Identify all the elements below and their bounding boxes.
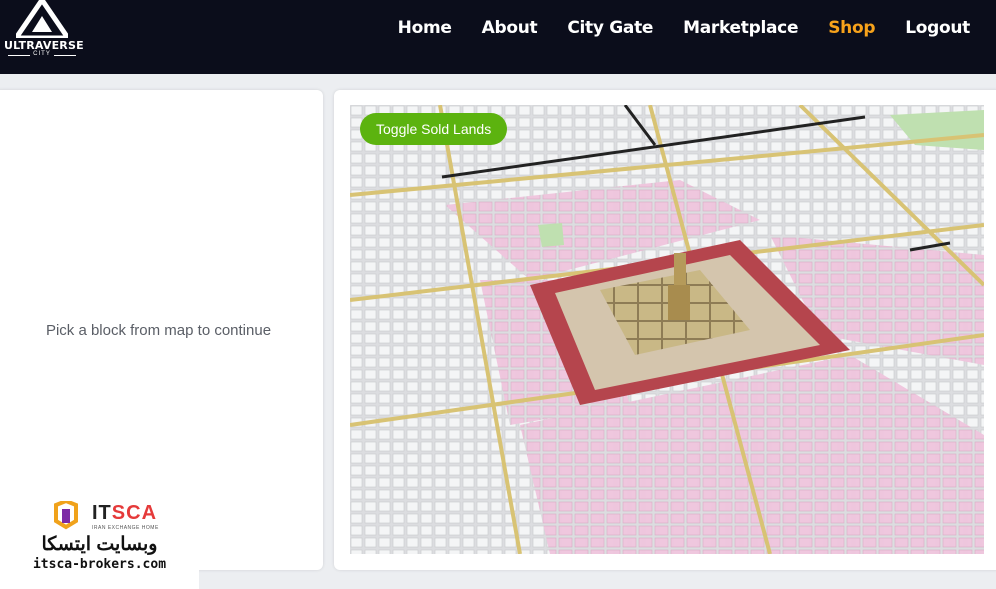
toggle-sold-lands-button[interactable]: Toggle Sold Lands [360, 113, 508, 145]
logo-subtitle: CITY [33, 51, 51, 57]
ultraverse-logo[interactable]: ULTRAVERSE CITY [4, 0, 84, 62]
itsca-url: itsca-brokers.com [32, 557, 167, 572]
logo-triangle-icon [16, 0, 68, 38]
nav-about[interactable]: About [482, 18, 538, 38]
pick-block-message: Pick a block from map to continue [45, 322, 272, 339]
nav-home[interactable]: Home [398, 18, 452, 38]
nav-marketplace[interactable]: Marketplace [683, 18, 798, 38]
itsca-watermark: ITSCA IRAN EXCHANGE HOME وبسایت ایتسکا i… [0, 497, 199, 589]
top-navbar: ULTRAVERSE CITY Home About City Gate Mar… [0, 0, 996, 74]
main-nav: Home About City Gate Marketplace Shop Lo… [398, 18, 971, 38]
itsca-farsi-label: وبسایت ایتسکا [41, 534, 158, 555]
itsca-logo-icon [54, 501, 78, 530]
nav-city-gate[interactable]: City Gate [567, 18, 653, 38]
city-map-canvas[interactable] [350, 105, 984, 554]
itsca-tagline: IRAN EXCHANGE HOME [92, 525, 159, 531]
central-tower-base [668, 285, 690, 320]
nav-shop[interactable]: Shop [828, 18, 875, 38]
logo-divider [54, 55, 76, 56]
park-area [538, 223, 564, 247]
city-map[interactable] [350, 105, 984, 554]
nav-logout[interactable]: Logout [905, 18, 970, 38]
itsca-brand: ITSCA [92, 502, 158, 524]
